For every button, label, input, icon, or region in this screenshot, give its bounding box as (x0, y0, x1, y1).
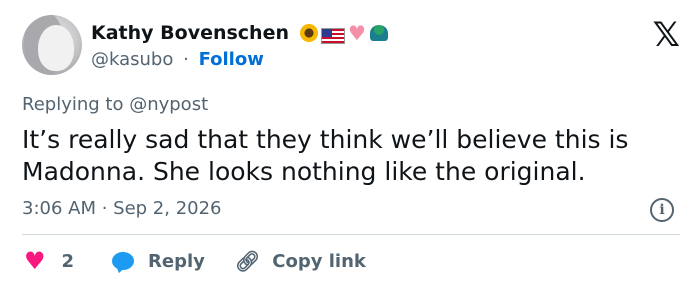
like-count: 2 (61, 250, 75, 272)
handle-row: @kasubo · Follow (91, 49, 264, 70)
avatar[interactable] (22, 15, 82, 75)
x-logo-icon[interactable]: 𝕏 (653, 18, 680, 52)
reply-label: Reply (148, 250, 205, 272)
author-name[interactable]: Kathy Bovenschen (91, 22, 289, 44)
follow-button[interactable]: Follow (199, 49, 264, 70)
author-name-row: Kathy Bovenschen ♥ (91, 22, 389, 44)
avatar-face (38, 25, 74, 71)
separator-dot: · (183, 49, 189, 70)
name-emojis: ♥ (299, 21, 389, 45)
peacock-icon (369, 23, 389, 43)
sunflower-icon (299, 23, 319, 43)
copy-link-button[interactable]: 🔗︎ Copy link (235, 249, 366, 273)
reply-button[interactable]: Reply (112, 251, 205, 272)
tweet-timestamp[interactable]: 3:06 AM · Sep 2, 2026 (22, 198, 222, 219)
us-flag-icon (321, 28, 345, 44)
replying-to[interactable]: Replying to @nypost (22, 94, 208, 115)
author-handle[interactable]: @kasubo (91, 49, 173, 70)
copy-link-label: Copy link (272, 250, 366, 272)
pink-heart-icon: ♥ (348, 21, 366, 45)
tweet-text: It’s really sad that they think we’ll be… (22, 125, 629, 186)
link-icon: 🔗︎ (234, 249, 261, 273)
heart-icon: ♥ (24, 247, 46, 275)
info-icon[interactable]: i (650, 198, 674, 222)
action-bar: ♥ 2 Reply 🔗︎ Copy link (24, 249, 366, 273)
divider (22, 234, 680, 235)
like-button[interactable]: ♥ 2 (24, 247, 75, 275)
reply-bubble-icon (112, 252, 135, 270)
